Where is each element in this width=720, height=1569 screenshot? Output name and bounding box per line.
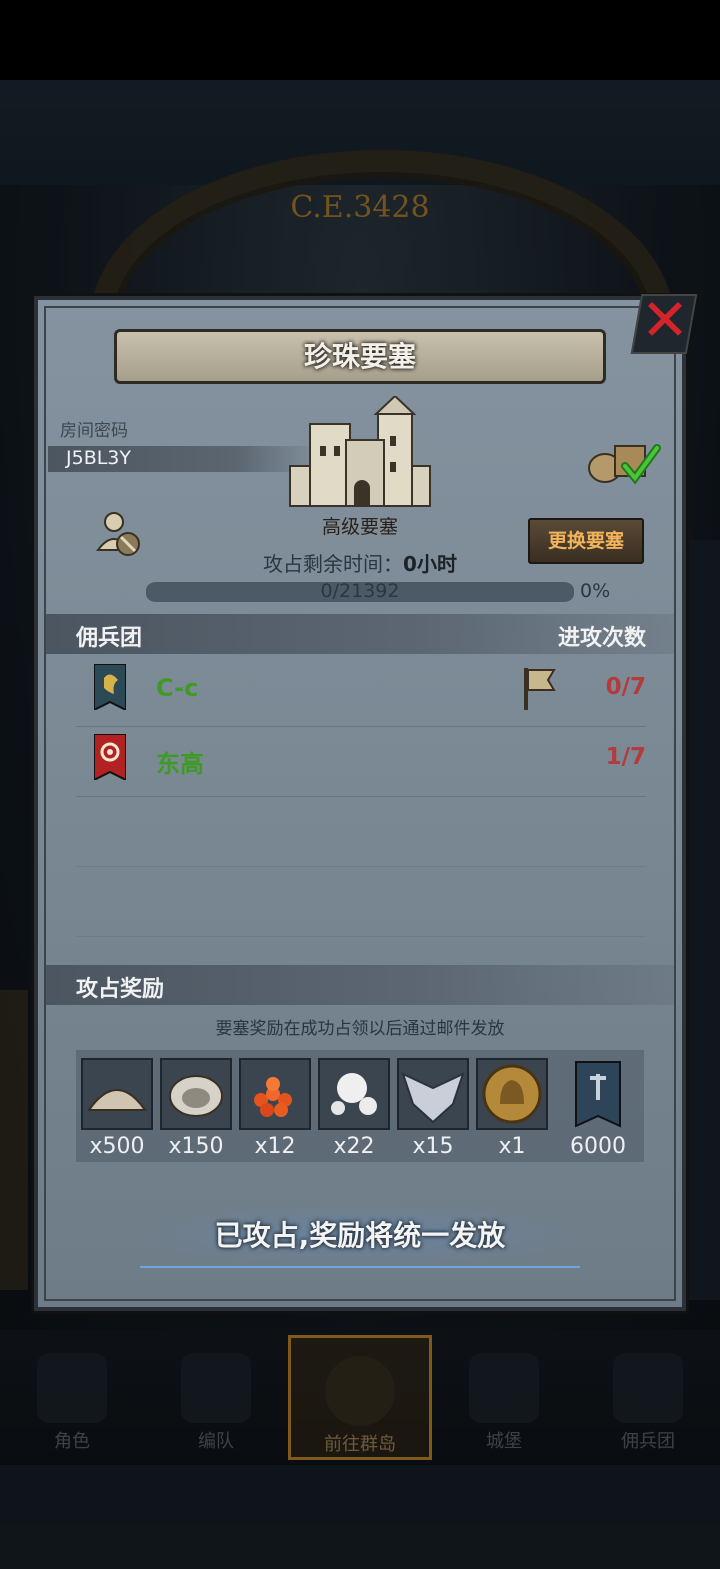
flag-icon xyxy=(524,668,556,710)
attack-count: 0/7 xyxy=(605,674,646,700)
attack-count-header: 进攻次数 xyxy=(557,626,646,651)
reward-qty: x500 xyxy=(89,1134,145,1159)
guild-banner-icon xyxy=(94,664,126,710)
mercenary-row[interactable]: 东高 1/7 xyxy=(76,726,646,797)
remaining-time-value: 0小时 xyxy=(403,552,457,576)
remaining-time: 攻占剩余时间：0小时 xyxy=(180,548,540,577)
attack-count: 1/7 xyxy=(605,744,646,770)
loot-bag-icon[interactable] xyxy=(585,436,665,486)
reward-item[interactable]: x1 xyxy=(476,1058,548,1159)
fish-roe-icon xyxy=(239,1058,311,1130)
status-button[interactable]: 已攻占,奖励将统一发放 xyxy=(140,1210,580,1262)
room-code: J5BL3Y xyxy=(66,447,132,469)
oyster-icon xyxy=(160,1058,232,1130)
reward-header: 攻占奖励 xyxy=(76,977,165,1002)
castle-icon xyxy=(289,396,431,507)
reward-qty: x1 xyxy=(498,1134,526,1159)
pearl-icon xyxy=(318,1058,390,1130)
mercenary-row[interactable]: C-c 0/7 xyxy=(76,656,646,727)
progress-text: 0/21392 xyxy=(320,580,400,602)
guild-name: 东高 xyxy=(156,750,204,778)
fortress-level: 高级要塞 xyxy=(321,516,398,538)
reward-item[interactable]: x12 xyxy=(239,1058,311,1159)
reward-item[interactable]: x500 xyxy=(81,1058,153,1159)
mercenary-header: 佣兵团 xyxy=(76,626,143,651)
progress-percent: 0% xyxy=(580,580,611,602)
reward-item[interactable]: 6000 xyxy=(562,1058,634,1159)
reward-qty: x150 xyxy=(168,1134,224,1159)
room-password-label: 房间密码 xyxy=(60,421,128,441)
reward-item[interactable]: x22 xyxy=(318,1058,390,1159)
reward-qty: x22 xyxy=(333,1134,375,1159)
dialog-title: 珍珠要塞 xyxy=(303,340,416,373)
remaining-time-label: 攻占剩余时间： xyxy=(263,552,404,576)
guild-name: C-c xyxy=(156,674,199,702)
empty-row xyxy=(76,796,646,867)
empty-row xyxy=(76,866,646,937)
user-blocked-icon[interactable] xyxy=(96,510,142,558)
sand-pile-icon xyxy=(81,1058,153,1130)
switch-fortress-button[interactable]: 更换要塞 xyxy=(528,518,644,564)
knight-medal-icon xyxy=(476,1058,548,1130)
guild-banner-icon xyxy=(94,734,126,780)
reward-item[interactable]: x15 xyxy=(397,1058,469,1159)
reward-qty: x15 xyxy=(412,1134,454,1159)
guild-banner-icon xyxy=(562,1058,634,1130)
close-icon[interactable]: ✕ xyxy=(640,290,690,350)
reward-qty: 6000 xyxy=(570,1134,626,1159)
reward-note: 要塞奖励在成功占领以后通过邮件发放 xyxy=(215,1019,505,1039)
reward-item[interactable]: x150 xyxy=(160,1058,232,1159)
reward-qty: x12 xyxy=(254,1134,296,1159)
winged-emblem-icon xyxy=(397,1058,469,1130)
